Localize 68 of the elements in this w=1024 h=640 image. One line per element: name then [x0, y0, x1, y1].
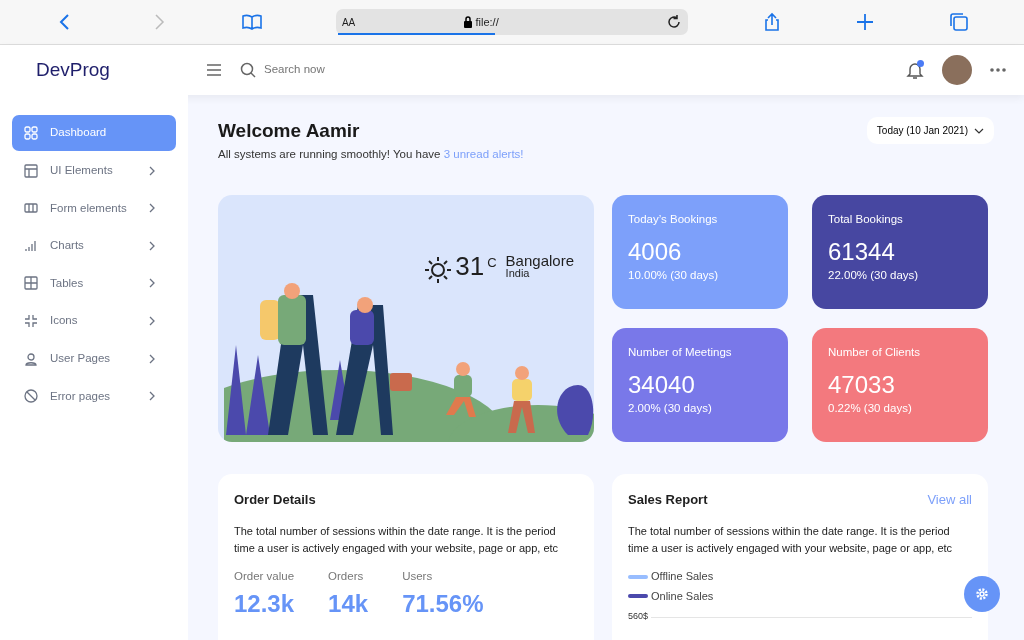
date-dropdown[interactable]: Today (10 Jan 2021): [866, 117, 994, 144]
sidebar-item[interactable]: Icons: [12, 302, 176, 339]
country-name: India: [505, 267, 530, 279]
welcome-message: All systems are running smoothly! You have 3 unread alerts!: [218, 146, 524, 162]
stat-value: 4006: [628, 238, 683, 267]
sidebar-item[interactable]: Form elements: [12, 190, 176, 227]
stat-change: 0.22% (30 days): [828, 400, 913, 416]
welcome-title: Welcome Aamir: [218, 119, 361, 143]
columns-icon: [24, 201, 38, 216]
menu-icon[interactable]: [206, 64, 222, 76]
sidebar-item[interactable]: UI Elements: [12, 152, 176, 189]
legend-label: Online Sales: [651, 588, 714, 604]
notification-bell-icon[interactable]: [906, 60, 924, 80]
plus-icon[interactable]: [855, 12, 876, 32]
search-icon: [240, 62, 256, 78]
sidebar-item[interactable]: Error pages: [12, 378, 176, 415]
axis-label: 560$: [628, 610, 649, 624]
legend-label: Offline Sales: [651, 569, 714, 585]
stat-change: 2.00% (30 days): [628, 400, 713, 416]
table-icon: [24, 276, 38, 291]
city-name: Bangalore: [505, 252, 574, 268]
ban-icon: [24, 389, 38, 404]
settings-button[interactable]: [964, 576, 1000, 612]
view-all-link[interactable]: View all: [927, 489, 972, 510]
metric-value: 12.3k: [234, 588, 295, 619]
bar-chart-icon: [24, 238, 38, 253]
sun-icon: [424, 255, 453, 284]
sidebar-item[interactable]: Charts: [12, 227, 176, 264]
sidebar-item[interactable]: Tables: [12, 265, 176, 302]
temperature-unit: C: [487, 253, 497, 272]
address-text: file://: [475, 14, 499, 30]
stat-value: 61344: [828, 238, 896, 267]
stat-change: 22.00% (30 days): [828, 267, 920, 283]
lock-icon: [462, 16, 473, 28]
corners-icon: [24, 313, 38, 328]
more-icon[interactable]: [990, 68, 1006, 72]
card-description: The total number of sessions within the date range. It is the period time a user is actively engaged with your website, page or app, etc: [628, 524, 954, 556]
app-logo[interactable]: DevProg: [0, 55, 188, 85]
metric-label: Order value: [234, 569, 295, 585]
stat-title: Today’s Bookings: [628, 211, 719, 227]
sidebar-item[interactable]: User Pages: [12, 340, 176, 377]
search-field[interactable]: Search now: [262, 60, 462, 80]
book-icon[interactable]: [242, 12, 263, 32]
reload-icon[interactable]: [665, 14, 682, 30]
card-title: Sales Report: [628, 490, 708, 509]
temperature-value: 31: [455, 252, 485, 279]
stat-change: 10.00% (30 days): [628, 267, 720, 283]
metric-label: Users: [402, 569, 434, 585]
text-size-label[interactable]: AA: [341, 14, 356, 30]
caret-icon: [974, 127, 984, 134]
address-bar[interactable]: AA file://: [335, 9, 688, 35]
metric-value: 14k: [328, 588, 369, 619]
settings-icon: [974, 586, 990, 602]
card-title: Order Details: [234, 490, 317, 509]
stat-title: Total Bookings: [828, 211, 904, 227]
stat-value: 34040: [628, 371, 696, 400]
metric-value: 71.56%: [402, 588, 484, 619]
tabs-icon[interactable]: [949, 12, 970, 32]
sidebar-item[interactable]: Dashboard: [12, 115, 176, 151]
stat-title: Number of Clients: [828, 344, 922, 360]
stat-value: 47033: [828, 371, 896, 400]
stat-title: Number of Meetings: [628, 344, 733, 360]
user-icon: [24, 351, 38, 366]
layout-icon: [24, 163, 38, 178]
user-avatar[interactable]: [942, 55, 972, 85]
grid-icon: [24, 126, 38, 140]
metric-label: Orders: [328, 569, 365, 585]
card-description: The total number of sessions within the date range. It is the period time a user is actively engaged with your website, page or app, etc: [234, 524, 560, 556]
